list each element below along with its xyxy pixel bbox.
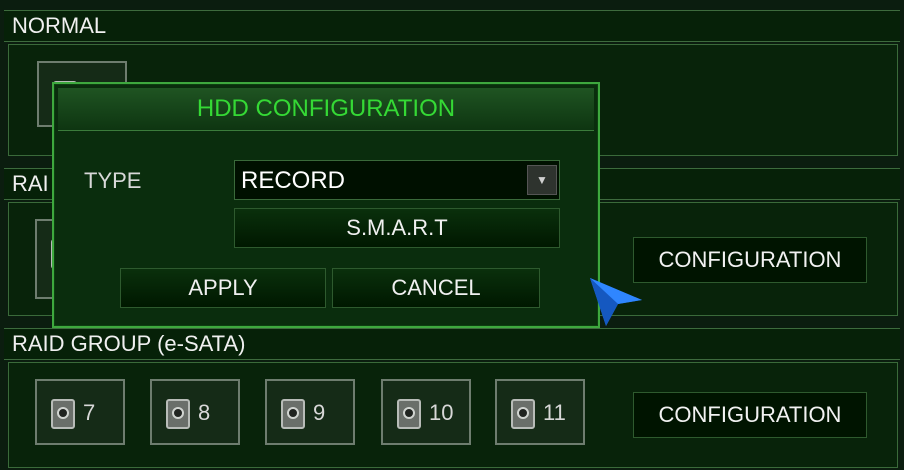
hdd-configuration-dialog: HDD CONFIGURATION TYPE RECORD ▼ S.M.A.R.… xyxy=(52,82,600,328)
section-title-raid-esata: RAID GROUP (e-SATA) xyxy=(12,331,246,356)
mouse-pointer-icon xyxy=(590,278,642,326)
hdd-slot-8[interactable]: 8 xyxy=(150,379,240,445)
apply-button[interactable]: APPLY xyxy=(120,268,326,308)
type-select-value: RECORD xyxy=(241,167,346,194)
hdd-slot-9[interactable]: 9 xyxy=(265,379,355,445)
hard-drive-icon xyxy=(51,399,75,429)
drive-number: 8 xyxy=(198,400,211,425)
hard-drive-icon xyxy=(397,399,421,429)
drive-number: 9 xyxy=(313,400,326,425)
drive-number: 7 xyxy=(83,400,96,425)
hard-drive-icon xyxy=(511,399,535,429)
drive-number: 11 xyxy=(543,400,566,425)
smart-button[interactable]: S.M.A.R.T xyxy=(234,208,560,248)
section-title-normal: NORMAL xyxy=(12,13,107,38)
dialog-title: HDD CONFIGURATION xyxy=(58,88,594,131)
chevron-down-icon[interactable]: ▼ xyxy=(527,165,557,195)
hard-drive-icon xyxy=(281,399,305,429)
hdd-slot-7[interactable]: 7 xyxy=(35,379,125,445)
hard-drive-icon xyxy=(166,399,190,429)
section-header-normal: NORMAL xyxy=(4,10,900,42)
hdd-slot-10[interactable]: 10 xyxy=(381,379,471,445)
section-title-raid: RAI xyxy=(12,171,49,196)
type-select[interactable]: RECORD ▼ xyxy=(234,160,560,200)
hdd-slot-11[interactable]: 11 xyxy=(495,379,585,445)
type-label: TYPE xyxy=(84,168,142,193)
raid-esata-configuration-button[interactable]: CONFIGURATION xyxy=(633,392,867,438)
cancel-button[interactable]: CANCEL xyxy=(332,268,540,308)
raid-configuration-button[interactable]: CONFIGURATION xyxy=(633,237,867,283)
section-header-raid-esata: RAID GROUP (e-SATA) xyxy=(4,328,900,360)
drive-number: 10 xyxy=(429,400,454,425)
